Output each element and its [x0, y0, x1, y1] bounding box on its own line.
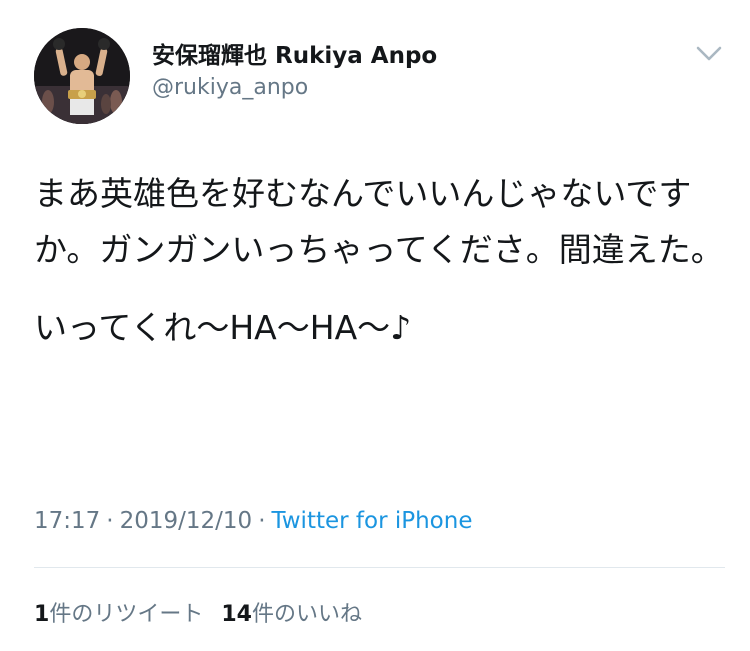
retweets-label: 件のリツイート — [49, 602, 204, 627]
author-display-name[interactable]: 安保瑠輝也 Rukiya Anpo — [152, 36, 437, 70]
author-handle[interactable]: @rukiya_anpo — [152, 75, 308, 100]
separator: · — [258, 508, 266, 534]
tweet-paragraph: まあ英雄色を好むなんでいいんじゃないですか。ガンガンいっちゃってくださ。間違えた… — [34, 174, 724, 269]
engagement-stats: 1件のリツイート 14件のいいね — [34, 596, 362, 628]
separator: · — [106, 508, 114, 534]
more-options-chevron-down-icon[interactable] — [692, 40, 726, 66]
profile-photo-icon — [34, 28, 130, 124]
tweet-date[interactable]: 2019/12/10 — [120, 508, 253, 534]
tweet-text: まあ英雄色を好むなんでいいんじゃないですか。ガンガンいっちゃってくださ。間違えた… — [34, 166, 724, 356]
tweet-metadata: 17:17 · 2019/12/10 · Twitter for iPhone — [34, 508, 472, 534]
tweet-time[interactable]: 17:17 — [34, 508, 100, 534]
chevron-down-icon — [696, 46, 722, 61]
tweet-paragraph: いってくれ〜HA〜HA〜♪ — [34, 308, 412, 347]
likes-label: 件のいいね — [251, 602, 362, 627]
retweets-stat[interactable]: 1件のリツイート — [34, 602, 203, 627]
tweet-source-link[interactable]: Twitter for iPhone — [272, 508, 473, 534]
likes-count: 14 — [221, 602, 252, 627]
retweets-count: 1 — [34, 602, 50, 627]
divider — [34, 567, 725, 568]
likes-stat[interactable]: 14件のいいね — [221, 602, 362, 627]
avatar[interactable] — [34, 28, 130, 124]
